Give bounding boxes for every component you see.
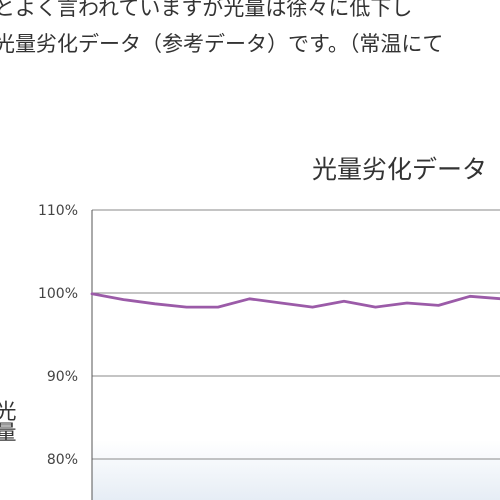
- plot-bottom-shade: [92, 440, 500, 500]
- series-group: [90, 292, 500, 309]
- y-tick-label: 90%: [47, 369, 78, 385]
- line-chart: 80% 90% 100% 110%: [38, 203, 500, 500]
- series-line-0: [90, 292, 500, 309]
- gridlines: [92, 209, 500, 460]
- y-tick-label: 80%: [47, 452, 78, 468]
- y-tick-label: 100%: [38, 286, 78, 302]
- y-tick-labels: 80% 90% 100% 110%: [38, 203, 78, 468]
- y-tick-label: 110%: [38, 203, 78, 219]
